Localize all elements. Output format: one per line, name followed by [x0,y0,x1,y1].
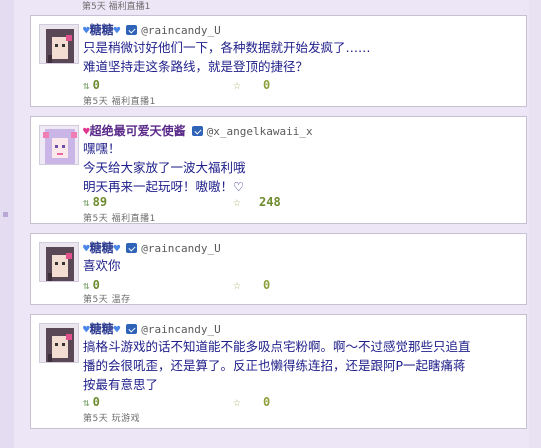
retweet-button[interactable]: ⇅ 0 [83,278,100,292]
retweet-button[interactable]: ⇅ 89 [83,195,107,209]
display-name[interactable]: 糖糖 [90,322,114,336]
post-meta: 第5天 福利直播1 [83,97,156,107]
star-icon: ☆ [233,395,241,410]
star-icon: ☆ [233,195,241,210]
retweet-count: 0 [92,278,100,292]
user-handle[interactable]: @x_angelkawaii_x [207,125,313,138]
like-count: 0 [263,395,271,409]
verified-icon [126,324,138,334]
retweet-icon: ⇅ [83,196,90,209]
post-meta: 第5天 福利直播1 [83,214,156,224]
retweet-count: 0 [92,395,100,409]
timeline-feed: ♥糖糖♥ @raincandy_U 只是稍微讨好他们一下，各种数据就开始发疯了……… [30,0,527,438]
like-button[interactable]: ☆ [233,395,241,410]
scrollbar-track[interactable] [529,0,541,448]
verified-icon [126,25,138,35]
ame-avatar-icon[interactable] [39,24,79,64]
post-card: ♥糖糖♥ @raincandy_U 搞格斗游戏的话不知道能不能多吸点宅粉啊。啊～不… [30,314,527,429]
heart-icon: ♥ [83,323,90,336]
display-name[interactable]: 糖糖 [90,241,114,255]
post-text: 喜欢你 [83,258,121,273]
post-text: 只是稍微讨好他们一下，各种数据就开始发疯了…… 难道坚持走这条路线，就是登顶的捷… [83,40,371,74]
post-card: ♥糖糖♥ @raincandy_U 只是稍微讨好他们一下，各种数据就开始发疯了……… [30,15,527,107]
star-icon: ☆ [233,78,241,93]
like-count: 0 [263,78,271,92]
post-text: 搞格斗游戏的话不知道能不能多吸点宅粉啊。啊～不过感觉那些只追直 播的会很吼歪，还… [83,339,471,392]
like-count: 0 [263,278,271,292]
heart-icon: ♥ [113,24,121,37]
user-handle[interactable]: @raincandy_U [141,24,220,37]
like-count: 248 [259,195,281,209]
like-button[interactable]: ☆ [233,278,241,293]
post-text: 嘿嘿！ 今天给大家放了一波大福利哦 明天再来一起玩呀！嗷嗷！♡ [83,141,246,194]
display-name[interactable]: 超绝最可爱天使酱 [90,124,186,138]
retweet-count: 89 [92,195,108,209]
heart-icon: ♥ [113,323,121,336]
user-handle[interactable]: @raincandy_U [141,323,220,336]
display-name[interactable]: 糖糖 [90,23,114,37]
retweet-count: 0 [92,78,100,92]
retweet-button[interactable]: ⇅ 0 [83,395,100,409]
like-button[interactable]: ☆ [233,78,241,93]
retweet-icon: ⇅ [83,279,90,292]
post-meta: 第5天 玩游戏 [83,414,141,424]
user-handle[interactable]: @raincandy_U [141,242,220,255]
post-meta: 第5天 温存 [83,295,131,305]
verified-icon [191,126,203,136]
ame-avatar-icon[interactable] [39,242,79,282]
ame-avatar-icon[interactable] [39,323,79,363]
retweet-icon: ⇅ [83,79,90,92]
star-icon: ☆ [233,278,241,293]
post-card: ♥糖糖♥ @raincandy_U 喜欢你 ⇅ 0 ☆ 0 第5天 温存 [30,233,527,305]
post-card: ♥超绝最可爱天使酱 @x_angelkawaii_x 嘿嘿！ 今天给大家放了一波大… [30,116,527,224]
like-button[interactable]: ☆ [233,195,241,210]
pink-heart-icon: ♥ [83,125,90,138]
retweet-button[interactable]: ⇅ 0 [83,78,100,92]
verified-icon [126,243,138,253]
heart-icon: ♥ [83,24,90,37]
heart-icon: ♥ [113,242,121,255]
heart-icon: ♥ [83,242,90,255]
retweet-icon: ⇅ [83,396,90,409]
left-edge-panel [0,0,14,448]
kangel-avatar-icon[interactable] [39,125,79,165]
scroll-marker [3,212,8,217]
